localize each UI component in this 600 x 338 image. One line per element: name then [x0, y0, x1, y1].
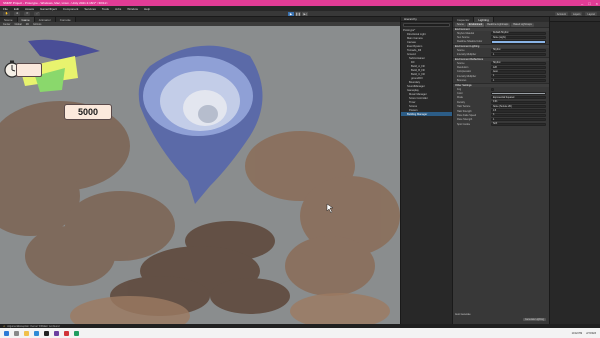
os-taskbar: [0, 328, 600, 338]
app-icon[interactable]: [74, 330, 79, 336]
maximize-icon[interactable]: □: [588, 1, 590, 6]
property-label: Realtime Shadow Color: [457, 40, 483, 44]
fog-density-field[interactable]: 0.01: [491, 100, 546, 104]
rotate-tool-button[interactable]: ⟳: [24, 11, 31, 16]
property-label: Flare Fade Speed: [457, 113, 477, 117]
generate-lighting-button[interactable]: Generate Lighting: [522, 318, 546, 321]
tornado: [138, 45, 263, 204]
property-label: Skybox Material: [457, 31, 475, 35]
subtab-realtime-lightmaps[interactable]: Realtime Lightmaps: [485, 22, 511, 27]
lighting-source-dropdown[interactable]: Skybox: [491, 48, 546, 52]
flare-fade-field[interactable]: 3: [491, 113, 546, 118]
reflection-intensity-slider[interactable]: 1: [491, 74, 546, 78]
visual-studio-icon[interactable]: [54, 330, 59, 336]
layers-dropdown[interactable]: Layers: [570, 12, 583, 16]
property-label: Source: [457, 61, 465, 65]
menu-services[interactable]: Services: [84, 7, 96, 11]
hierarchy-item-selected[interactable]: Building Manager: [401, 112, 452, 116]
close-icon[interactable]: ×: [596, 1, 598, 6]
move-tool-button[interactable]: ✥: [14, 11, 21, 16]
menu-help[interactable]: Help: [144, 7, 150, 11]
subtab-environment[interactable]: Environment: [466, 22, 485, 27]
property-label: Compression: [457, 70, 472, 74]
hierarchy-panel: Hierarchy Protorype* Directional Light M…: [400, 17, 452, 324]
intensity-slider[interactable]: 1: [491, 53, 546, 57]
sun-source-field[interactable]: None (Light): [491, 35, 546, 40]
hand-tool-button[interactable]: ✋: [3, 11, 11, 16]
system-tray: 10:42 PM 2/7/2023: [572, 328, 596, 338]
spot-cookie-field[interactable]: Soft: [491, 122, 546, 126]
menu-component[interactable]: Component: [63, 7, 79, 11]
shadow-color-field[interactable]: [491, 40, 546, 44]
menu-window[interactable]: Window: [127, 7, 138, 11]
tab-lighting[interactable]: Lighting: [474, 17, 494, 22]
resolution-dropdown[interactable]: 128: [491, 65, 546, 70]
property-label: Flare Strength: [457, 118, 473, 122]
halo-texture-field[interactable]: None (Texture 2D): [491, 105, 546, 109]
property-label: Spot Cookie: [457, 122, 471, 126]
search-icon[interactable]: [14, 330, 19, 336]
fog-checkbox[interactable]: [491, 87, 494, 91]
property-label: Color: [457, 91, 463, 95]
unity-icon[interactable]: [44, 330, 49, 336]
property-label: Sun Source: [457, 36, 470, 40]
subtab-scene[interactable]: Scene: [455, 22, 466, 27]
hierarchy-tab[interactable]: Hierarchy: [401, 17, 452, 22]
menu-tools[interactable]: Tools: [102, 7, 109, 11]
property-row: Spot Cookie Soft: [453, 122, 549, 126]
window-title: SMMP Project - Protorype - Windows, Mac,…: [3, 1, 108, 5]
wind-streak: [28, 39, 100, 61]
game-scene-art: [0, 39, 400, 324]
scale-tool-button[interactable]: ⤢: [34, 11, 41, 16]
edge-icon[interactable]: [34, 330, 39, 336]
property-label: Source: [457, 48, 465, 52]
pause-icon[interactable]: ❚❚: [295, 12, 301, 16]
property-label: Fog: [457, 87, 462, 91]
property-label: Halo Texture: [457, 105, 471, 109]
timer-display: [16, 63, 42, 77]
halo-strength-slider[interactable]: 0.5: [491, 109, 546, 113]
dust-cloud-right: [245, 131, 400, 296]
property-label: Intensity Multiplier: [457, 53, 477, 57]
hierarchy-search-input[interactable]: [403, 23, 450, 27]
app-icon[interactable]: [64, 330, 69, 336]
flare-strength-slider[interactable]: 1: [491, 118, 546, 122]
lighting-panel: Inspector Lighting Scene Environment Rea…: [452, 17, 549, 324]
property-label: Resolution: [457, 66, 469, 70]
auto-generate-toggle[interactable]: Auto Generate: [455, 313, 471, 316]
fog-color-field[interactable]: [491, 91, 546, 96]
right-panel-tab[interactable]: [550, 17, 600, 22]
property-label: Bounces: [457, 79, 467, 83]
subtab-baked-lightmaps[interactable]: Baked Lightmaps: [511, 22, 534, 27]
menu-jobs[interactable]: Jobs: [115, 7, 121, 11]
file-explorer-icon[interactable]: [24, 330, 29, 336]
property-label: Intensity Multiplier: [457, 74, 477, 78]
play-icon[interactable]: ▶: [288, 12, 294, 16]
start-icon[interactable]: [4, 330, 9, 336]
fog-mode-dropdown[interactable]: Exponential Squared: [491, 96, 546, 100]
account-button[interactable]: Account: [554, 12, 568, 16]
right-docked-panel: [549, 17, 600, 324]
reflection-source-dropdown[interactable]: Skybox: [491, 61, 546, 65]
minimize-icon[interactable]: –: [581, 1, 583, 6]
property-label: Density: [457, 100, 465, 104]
clock-date[interactable]: 2/7/2023: [586, 332, 596, 335]
game-viewport[interactable]: 5000: [0, 26, 400, 324]
menu-edit[interactable]: Edit: [14, 7, 19, 11]
property-label: Halo Strength: [457, 109, 472, 113]
score-display: 5000: [64, 104, 112, 120]
compression-dropdown[interactable]: Auto: [491, 70, 546, 74]
property-label: Mode: [457, 96, 463, 100]
menu-gameobject[interactable]: GameObject: [40, 7, 57, 11]
step-icon[interactable]: ▶|: [302, 12, 308, 16]
menu-assets[interactable]: Assets: [25, 7, 34, 11]
skybox-material-field[interactable]: Default-Skybox: [491, 31, 546, 35]
clock-time[interactable]: 10:42 PM: [572, 332, 583, 335]
menu-file[interactable]: File: [3, 7, 8, 11]
layout-dropdown[interactable]: Layout: [585, 12, 597, 16]
tab-inspector[interactable]: Inspector: [453, 17, 475, 22]
bounces-field[interactable]: 1: [491, 79, 546, 83]
